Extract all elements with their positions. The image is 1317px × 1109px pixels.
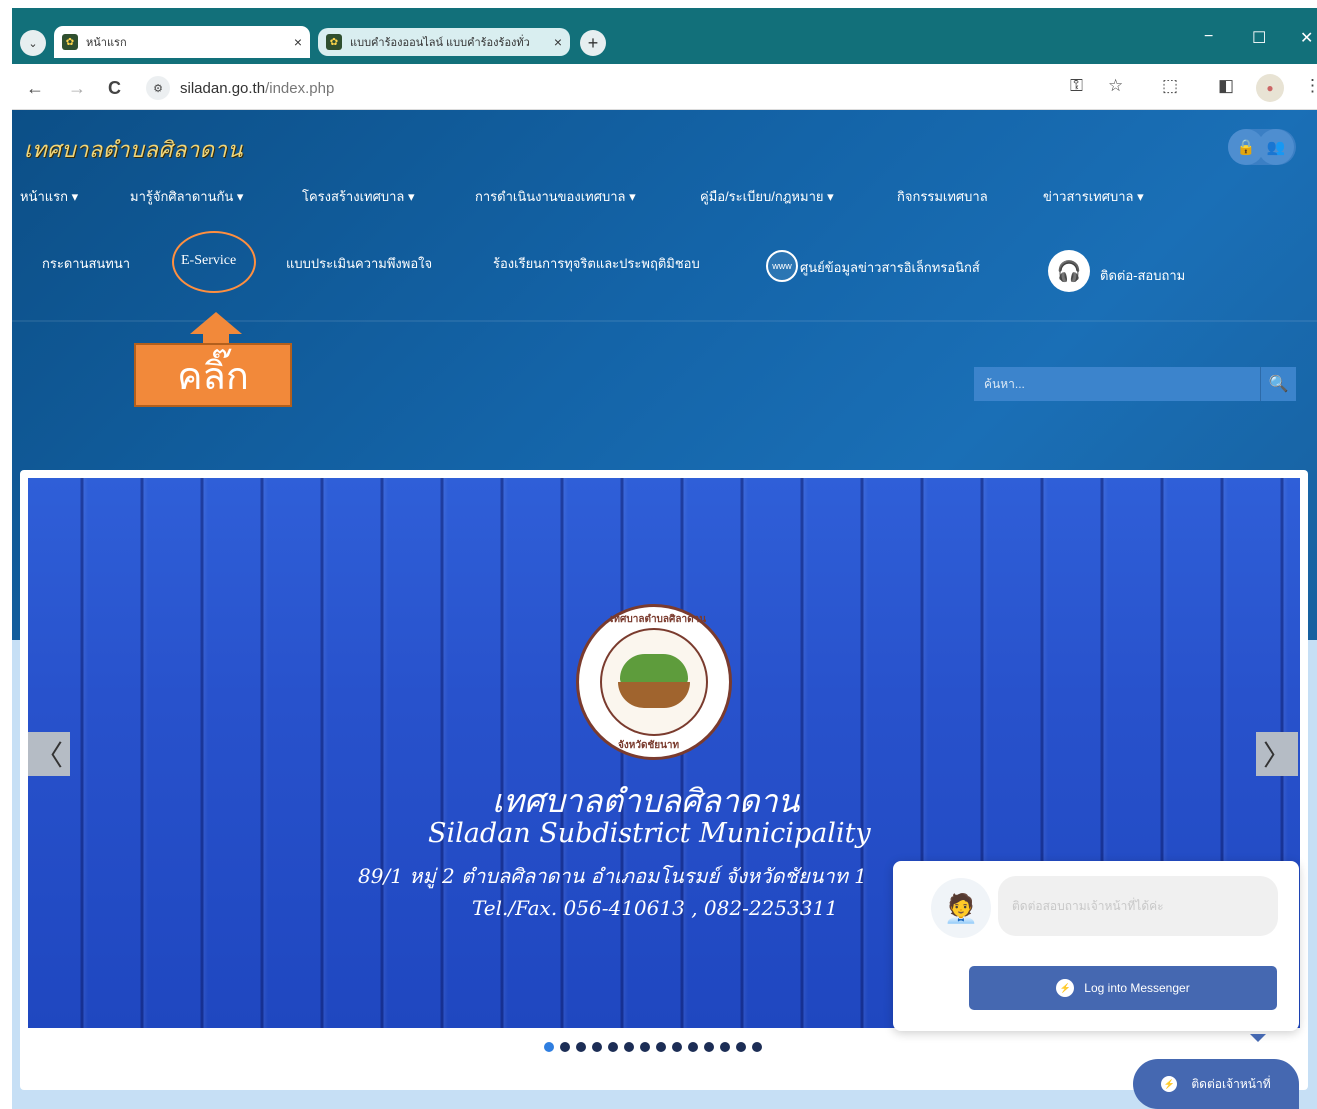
contact-staff-label: ติดต่อเจ้าหน้าที่ — [1191, 1076, 1271, 1091]
headset-icon: 🎧 — [1048, 250, 1090, 292]
tab-home[interactable]: ✿ หน้าแรก × — [54, 26, 310, 58]
slider-prev-button[interactable]: 〈 — [28, 732, 70, 776]
menu-news[interactable]: ข่าวสารเทศบาล ▾ — [1043, 186, 1144, 207]
e-service-highlight-circle — [172, 231, 256, 293]
search-icon[interactable]: 🔍 — [1260, 367, 1296, 401]
slider-dot[interactable] — [592, 1042, 602, 1052]
messenger-icon: ⚡ — [1161, 1076, 1178, 1092]
back-icon[interactable]: ← — [26, 78, 44, 99]
menu-manuals[interactable]: คู่มือ/ระเบียบ/กฎหมาย ▾ — [700, 186, 834, 207]
tab-title: แบบคำร้องออนไลน์ แบบคำร้องร้องทั่ว — [350, 37, 530, 49]
site-favicon-icon: ✿ — [326, 34, 342, 50]
menu-structure[interactable]: โครงสร้างเทศบาล ▾ — [302, 186, 415, 207]
slide-phone: Tel./Fax. 056-410613 , 082-2253311 — [472, 896, 838, 920]
menu-contact[interactable]: ติดต่อ-สอบถาม — [1100, 265, 1185, 286]
tab-search-button[interactable]: ⌄ — [20, 30, 46, 56]
slider-dot[interactable] — [544, 1042, 554, 1052]
maximize-icon[interactable]: ☐ — [1252, 28, 1266, 48]
new-tab-button[interactable]: + — [580, 30, 606, 56]
slider-dot[interactable] — [688, 1042, 698, 1052]
forward-icon[interactable]: → — [68, 78, 86, 99]
close-window-icon[interactable]: ✕ — [1300, 28, 1313, 48]
seal-top-text: เทศบาลตำบลศิลาดาน — [610, 614, 707, 625]
slider-dot[interactable] — [608, 1042, 618, 1052]
slider-dot[interactable] — [736, 1042, 746, 1052]
profile-avatar[interactable]: ● — [1256, 74, 1284, 102]
slider-dot[interactable] — [720, 1042, 730, 1052]
slider-dot[interactable] — [752, 1042, 762, 1052]
tab-eservice-form[interactable]: ✿ แบบคำร้องออนไลน์ แบบคำร้องร้องทั่ว × — [318, 28, 570, 56]
messenger-login-button[interactable]: ⚡ Log into Messenger — [969, 966, 1277, 1010]
tab-close-icon[interactable]: × — [554, 34, 562, 50]
chat-caret — [1250, 1034, 1266, 1042]
click-annotation: คลิ๊ก — [134, 343, 292, 407]
minimize-icon[interactable]: − — [1204, 28, 1213, 46]
menu-activities[interactable]: กิจกรรมเทศบาล — [897, 186, 988, 207]
menu-about[interactable]: มารู้จักศิลาดานกัน ▾ — [130, 186, 243, 207]
menu-info-center[interactable]: ศูนย์ข้อมูลข่าวสารอิเล็กทรอนิกส์ — [800, 257, 980, 278]
password-key-icon[interactable]: ⚿ — [1070, 76, 1083, 96]
search-input[interactable] — [974, 367, 1260, 401]
users-icon[interactable]: 👥 — [1258, 129, 1294, 165]
slider-next-button[interactable]: 〉 — [1256, 732, 1298, 776]
url-path: /index.php — [265, 79, 335, 97]
slide-title-en: Siladan Subdistrict Municipality — [428, 818, 871, 849]
slider-dot[interactable] — [656, 1042, 666, 1052]
site-favicon-icon: ✿ — [62, 34, 78, 50]
support-agent-avatar: 🧑‍💼 — [931, 878, 991, 938]
menu-operations[interactable]: การดำเนินงานของเทศบาล ▾ — [475, 186, 636, 207]
contact-staff-button[interactable]: ⚡ ติดต่อเจ้าหน้าที่ — [1133, 1059, 1299, 1109]
seal-bottom-text: จังหวัดชัยนาท — [618, 740, 680, 751]
address-bar[interactable]: ⚙ siladan.go.th/index.php — [146, 73, 1146, 103]
messenger-greeting: ติดต่อสอบถามเจ้าหน้าที่ได้ค่ะ — [998, 876, 1278, 936]
slide-address: 89/1 หมู่ 2 ตำบลศิลาดาน อำเภอมโนรมย์ จัง… — [358, 864, 867, 888]
menu-satisfaction-survey[interactable]: แบบประเมินความพึงพอใจ — [286, 253, 432, 274]
menu-home[interactable]: หน้าแรก ▾ — [20, 186, 78, 207]
slider-dot[interactable] — [560, 1042, 570, 1052]
arrow-up-icon — [190, 312, 242, 334]
site-logo[interactable]: เทศบาลตำบลศิลาดาน — [24, 132, 243, 167]
reload-icon[interactable]: C — [108, 78, 121, 99]
side-panel-icon[interactable]: ◧ — [1218, 76, 1234, 96]
bookmark-star-icon[interactable]: ☆ — [1108, 76, 1123, 96]
extensions-icon[interactable]: ⬚ — [1162, 76, 1178, 96]
slider-dot[interactable] — [640, 1042, 650, 1052]
menu-corruption-complaint[interactable]: ร้องเรียนการทุจริตและประพฤติมิชอบ — [493, 253, 700, 274]
slider-dot[interactable] — [624, 1042, 634, 1052]
site-info-icon[interactable]: ⚙ — [146, 76, 170, 100]
menu-forum[interactable]: กระดานสนทนา — [42, 253, 130, 274]
tab-close-icon[interactable]: × — [294, 34, 302, 50]
chevron-down-icon: ⌄ — [28, 37, 38, 50]
slider-dot[interactable] — [704, 1042, 714, 1052]
window-top-edge — [0, 0, 1317, 8]
slider-dot[interactable] — [672, 1042, 682, 1052]
url-host: siladan.go.th — [180, 79, 266, 97]
globe-icon: www — [766, 250, 798, 282]
slider-dot[interactable] — [576, 1042, 586, 1052]
tab-title: หน้าแรก — [86, 37, 127, 49]
browser-menu-icon[interactable]: ⋮ — [1304, 76, 1317, 96]
messenger-login-label: Log into Messenger — [1084, 981, 1190, 995]
slider-pagination — [544, 1042, 762, 1052]
messenger-icon: ⚡ — [1056, 979, 1075, 997]
